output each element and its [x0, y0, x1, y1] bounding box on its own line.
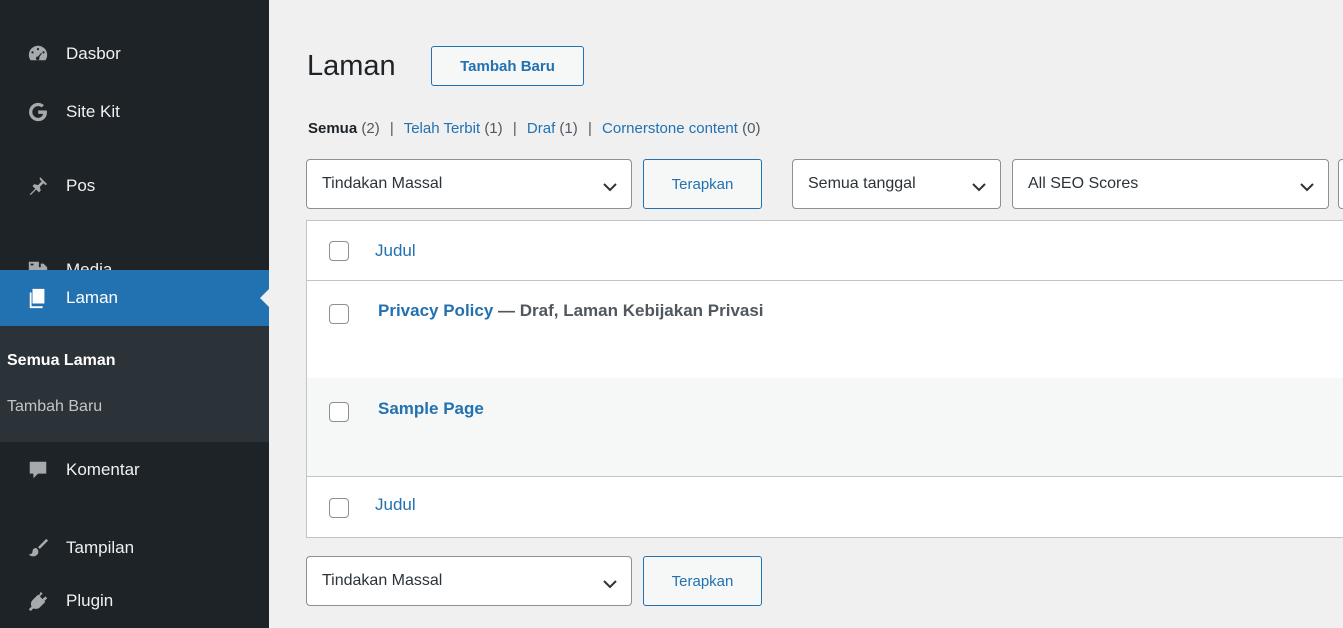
sidebar-item-label: Laman: [66, 288, 118, 307]
sidebar-item-plugin[interactable]: Plugin: [0, 581, 269, 621]
table-header-row: Judul: [307, 221, 1343, 281]
plugin-icon: [26, 589, 50, 613]
page-title: Laman: [307, 50, 396, 82]
bulk-action-select-bottom[interactable]: Tindakan Massal: [306, 556, 632, 606]
chevron-down-icon: [603, 179, 617, 192]
column-title-footer[interactable]: Judul: [375, 495, 416, 515]
view-all-count: (2): [361, 120, 380, 137]
separator: |: [512, 120, 517, 137]
paintbrush-icon: [26, 536, 50, 560]
seo-score-filter-select[interactable]: All SEO Scores: [1012, 159, 1329, 209]
apply-button-bottom[interactable]: Terapkan: [643, 556, 762, 606]
page-title-link[interactable]: Sample Page: [378, 399, 484, 419]
sidebar-item-label: Plugin: [66, 591, 114, 610]
dashboard-icon: [26, 42, 50, 66]
bulk-action-select-top[interactable]: Tindakan Massal: [306, 159, 632, 209]
bulk-action-value: Tindakan Massal: [322, 175, 443, 192]
sidebar-item-label: Site Kit: [66, 102, 120, 121]
date-filter-select[interactable]: Semua tanggal: [792, 159, 1001, 209]
view-cornerstone-count: (0): [742, 120, 761, 137]
pushpin-icon: [26, 174, 50, 198]
separator: |: [587, 120, 592, 137]
seo-filter-value: All SEO Scores: [1028, 175, 1139, 192]
sidebar-item-laman[interactable]: Laman: [0, 270, 269, 326]
select-all-checkbox-footer[interactable]: [329, 498, 349, 518]
table-footer-row: Judul: [307, 476, 1343, 538]
sidebar-item-label: Komentar: [66, 460, 140, 479]
chevron-down-icon: [1300, 179, 1314, 192]
pages-icon: [26, 286, 50, 310]
apply-button-top[interactable]: Terapkan: [643, 159, 762, 209]
table-row: Privacy Policy — Draf, Laman Kebijakan P…: [307, 281, 1343, 378]
bulk-action-value: Tindakan Massal: [322, 572, 443, 589]
row-checkbox[interactable]: [329, 402, 349, 422]
sidebar-item-label: Dasbor: [66, 44, 121, 63]
chevron-down-icon: [972, 179, 986, 192]
status-filter-links: Semua (2) | Telah Terbit (1) | Draf (1) …: [308, 120, 760, 137]
sidebar-item-label: Tampilan: [66, 538, 135, 557]
row-checkbox[interactable]: [329, 304, 349, 324]
sidebar-item-pos[interactable]: Pos: [0, 166, 269, 206]
admin-sidebar: Dasbor Site Kit Pos Media Laman Semua La…: [0, 0, 269, 628]
sidebar-item-site-kit[interactable]: Site Kit: [0, 92, 269, 132]
next-filter-select[interactable]: [1338, 159, 1343, 209]
pages-table: Judul Privacy Policy — Draf, Laman Kebij…: [306, 220, 1343, 538]
table-row: Sample Page: [307, 378, 1343, 476]
sidebar-item-tampilan[interactable]: Tampilan: [0, 528, 269, 568]
chevron-down-icon: [603, 576, 617, 589]
submenu-item-add-new[interactable]: Tambah Baru: [7, 398, 102, 416]
sidebar-item-komentar[interactable]: Komentar: [0, 450, 269, 490]
page-title-link-text[interactable]: Privacy Policy: [378, 301, 493, 320]
page-state: — Draf, Laman Kebijakan Privasi: [493, 301, 764, 320]
sidebar-item-label: Pos: [66, 176, 96, 195]
view-draft-link[interactable]: Draf: [527, 120, 555, 137]
view-all-link[interactable]: Semua: [308, 120, 357, 137]
page-title-link: Privacy Policy — Draf, Laman Kebijakan P…: [378, 301, 764, 321]
pages-submenu: Semua Laman Tambah Baru: [0, 326, 269, 442]
sidebar-item-dasbor[interactable]: Dasbor: [0, 34, 269, 74]
view-published-link[interactable]: Telah Terbit: [404, 120, 480, 137]
google-g-icon: [26, 100, 50, 124]
column-title-header[interactable]: Judul: [375, 241, 416, 261]
view-cornerstone-link[interactable]: Cornerstone content: [602, 120, 738, 137]
select-all-checkbox[interactable]: [329, 241, 349, 261]
submenu-item-all-pages[interactable]: Semua Laman: [7, 352, 115, 370]
view-published-count: (1): [484, 120, 503, 137]
add-new-page-button[interactable]: Tambah Baru: [431, 46, 584, 86]
comment-icon: [26, 458, 50, 482]
date-filter-value: Semua tanggal: [808, 175, 916, 192]
separator: |: [389, 120, 394, 137]
view-draft-count: (1): [559, 120, 578, 137]
